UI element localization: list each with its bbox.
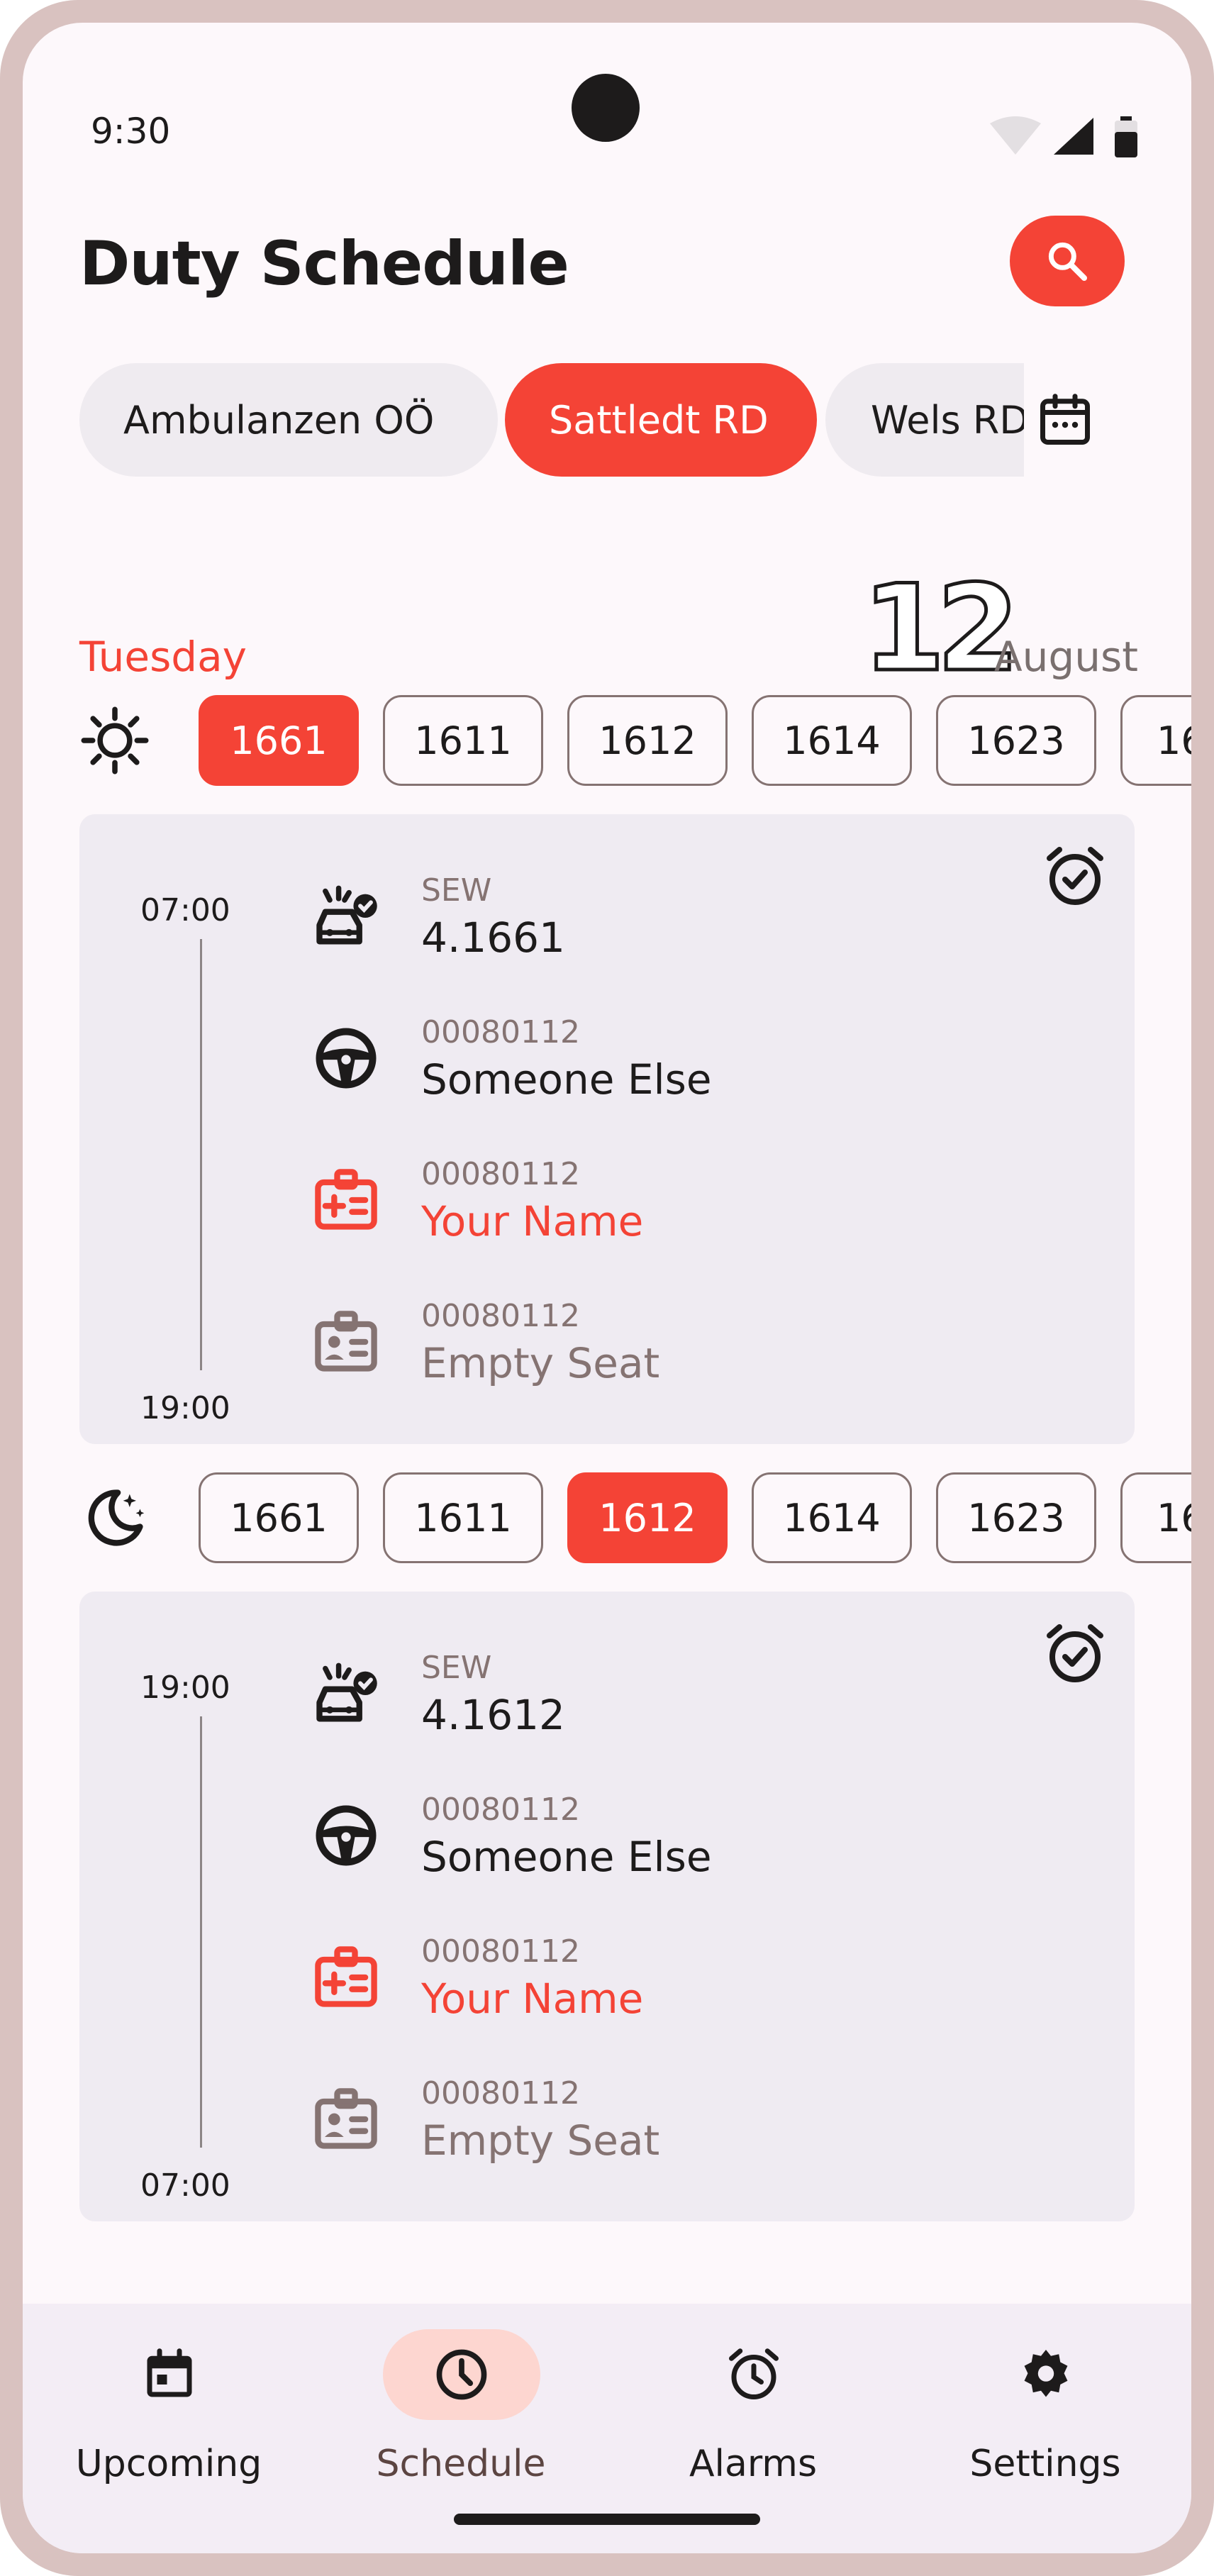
vehicle-chip[interactable]: 1614: [752, 1472, 912, 1563]
station-selector: Ambulanzen OÖ Sattledt RD Wels RD: [79, 363, 1024, 477]
station-chip-sattledt[interactable]: Sattledt RD: [505, 363, 817, 477]
id-badge-icon: [315, 2088, 377, 2149]
camera-cutout: [572, 74, 640, 142]
day-shift-card: 07:00 19:00 SEW 4.1661 00080112 Someone …: [79, 814, 1135, 1444]
wifi-icon: [990, 116, 1041, 155]
vehicle-chip[interactable]: 1614: [752, 695, 912, 786]
id-badge-icon: [315, 1311, 377, 1372]
clock-icon: [436, 2349, 487, 2400]
nav-pill: [967, 2329, 1125, 2420]
row-value: Someone Else: [421, 1833, 712, 1881]
nav-label: Schedule: [376, 2443, 546, 2485]
nav-label: Upcoming: [75, 2443, 262, 2485]
app-screen: 9:30 Duty Schedule Ambulanzen OÖ Sattled…: [23, 23, 1191, 2553]
row-label: 00080112: [421, 1792, 580, 1828]
nav-item-alarms[interactable]: Alarms: [607, 2329, 899, 2499]
vehicle-chip[interactable]: 1612: [567, 695, 728, 786]
calendar-icon: [1040, 394, 1090, 445]
status-icons: [990, 116, 1137, 157]
vehicle-chip[interactable]: 1623: [936, 695, 1096, 786]
vehicle-chip[interactable]: 1625: [1120, 1472, 1191, 1563]
medic-badge-icon: [315, 1169, 377, 1230]
station-chip-label: Ambulanzen OÖ: [123, 397, 435, 443]
timeline: [200, 939, 202, 1370]
moon-icon: [88, 1489, 145, 1546]
nav-label: Alarms: [689, 2443, 818, 2485]
gear-icon: [1024, 2350, 1068, 2397]
battery-icon: [1115, 116, 1137, 157]
station-chip-label: Sattledt RD: [549, 397, 769, 443]
row-label: 00080112: [421, 1298, 580, 1334]
vehicle-chip[interactable]: 1612: [567, 1472, 728, 1563]
row-value: Someone Else: [421, 1055, 712, 1104]
row-label: 00080112: [421, 1156, 580, 1192]
vehicle-chip[interactable]: 1661: [199, 695, 359, 786]
search-icon: [1048, 242, 1087, 281]
home-indicator: [454, 2514, 760, 2525]
shift-start-time: 19:00: [140, 1670, 230, 1706]
steering-wheel-icon: [316, 1028, 377, 1089]
station-chip-ambulanzen[interactable]: Ambulanzen OÖ: [79, 363, 498, 477]
row-label: SEW: [421, 1650, 492, 1686]
nav-pill: [675, 2329, 832, 2420]
month-label: August: [994, 633, 1138, 681]
alarm-icon: [729, 2348, 779, 2399]
day-number: 12: [861, 559, 1022, 698]
shift-start-time: 07:00: [140, 892, 230, 928]
device-frame: 9:30 Duty Schedule Ambulanzen OÖ Sattled…: [0, 0, 1214, 2576]
nav-pill: [91, 2329, 248, 2420]
row-label: 00080112: [421, 1014, 580, 1050]
nav-pill: [383, 2329, 540, 2420]
nav-item-schedule[interactable]: Schedule: [315, 2329, 607, 2499]
row-value: Empty Seat: [421, 1339, 660, 1387]
row-label: SEW: [421, 872, 492, 909]
row-value: Your Name: [421, 1197, 644, 1245]
station-chip-label: Wels RD: [871, 397, 1024, 443]
row-value: Your Name: [421, 1975, 644, 2023]
row-value: 4.1661: [421, 914, 565, 962]
row-value: 4.1612: [421, 1691, 565, 1739]
night-shift-card: 19:00 07:00 SEW 4.1612 00080112 Someone …: [79, 1592, 1135, 2221]
weekday-label: Tuesday: [79, 633, 247, 681]
vehicle-chip[interactable]: 1661: [199, 1472, 359, 1563]
vehicle-check-icon: [316, 885, 377, 945]
vehicle-chip[interactable]: 1623: [936, 1472, 1096, 1563]
night-shift-vehicle-row: 1661 1611 1612 1614 1623 1625: [79, 1472, 1191, 1563]
vehicle-chip[interactable]: 1611: [383, 1472, 543, 1563]
nav-item-upcoming[interactable]: Upcoming: [23, 2329, 315, 2499]
page-title: Duty Schedule: [79, 228, 569, 299]
calendar-button[interactable]: [1030, 384, 1101, 455]
shift-end-time: 07:00: [140, 2167, 230, 2204]
row-label: 00080112: [421, 1933, 580, 1970]
signal-icon: [1054, 118, 1093, 155]
steering-wheel-icon: [316, 1805, 377, 1866]
medic-badge-icon: [315, 1946, 377, 2007]
station-chip-wels[interactable]: Wels RD: [825, 363, 1024, 477]
nav-label: Settings: [969, 2443, 1121, 2485]
alarm-check-icon[interactable]: [1041, 1620, 1109, 1688]
row-label: 00080112: [421, 2075, 580, 2111]
vehicle-check-icon: [316, 1662, 377, 1722]
shift-end-time: 19:00: [140, 1390, 230, 1426]
sun-icon: [81, 706, 149, 775]
search-button[interactable]: [1010, 216, 1125, 306]
vehicle-chip[interactable]: 1611: [383, 695, 543, 786]
timeline: [200, 1716, 202, 2148]
nav-item-settings[interactable]: Settings: [899, 2329, 1191, 2499]
alarm-check-icon[interactable]: [1041, 843, 1109, 911]
row-value: Empty Seat: [421, 2116, 660, 2165]
calendar-icon: [147, 2348, 192, 2397]
status-time: 9:30: [91, 111, 171, 152]
vehicle-chip[interactable]: 1625: [1120, 695, 1191, 786]
day-shift-vehicle-row: 1661 1611 1612 1614 1623 1625: [79, 695, 1191, 786]
